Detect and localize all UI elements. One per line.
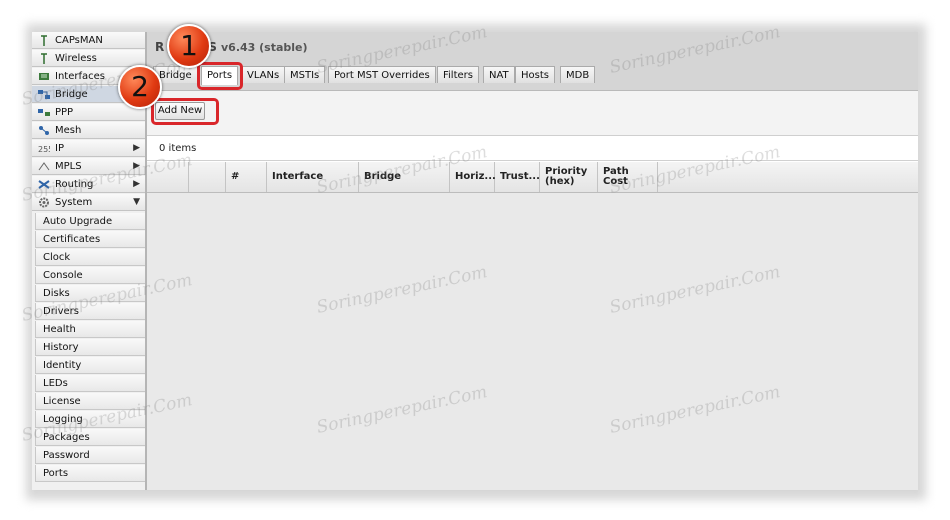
sidebar-item-mpls[interactable]: MPLS ▶ — [32, 158, 145, 175]
submenu-item-packages[interactable]: Packages — [35, 429, 145, 446]
app-version: v6.43 (stable) — [221, 41, 308, 54]
ports-tab-highlight — [197, 62, 243, 90]
sidebar-item-label: System — [55, 197, 93, 208]
ppp-icon — [38, 107, 50, 118]
sidebar-item-ip[interactable]: 255 IP ▶ — [32, 140, 145, 157]
column-header-spacer — [658, 162, 918, 192]
mesh-icon — [38, 125, 50, 136]
ports-table-body[interactable] — [147, 193, 918, 490]
submenu-item-console[interactable]: Console — [35, 267, 145, 284]
submenu-item-label: License — [43, 396, 81, 407]
tab-vlans[interactable]: VLANs — [241, 66, 286, 83]
submenu-item-clock[interactable]: Clock — [35, 249, 145, 266]
column-header-priority[interactable]: Priority (hex) — [540, 162, 598, 192]
sidebar-item-routing[interactable]: Routing ▶ — [32, 176, 145, 193]
submenu-item-auto-upgrade[interactable]: Auto Upgrade — [35, 213, 145, 230]
submenu-item-label: Ports — [43, 468, 69, 479]
tab-nat[interactable]: NAT — [483, 66, 515, 83]
submenu-item-drivers[interactable]: Drivers — [35, 303, 145, 320]
column-header-bridge[interactable]: Bridge — [359, 162, 450, 192]
submenu-item-health[interactable]: Health — [35, 321, 145, 338]
gear-icon — [38, 197, 50, 208]
sidebar-item-label: Routing — [55, 179, 94, 190]
submenu-item-label: Auto Upgrade — [43, 216, 113, 227]
item-count-bar: 0 items — [147, 136, 918, 161]
sidebar-item-label: IP — [55, 143, 64, 154]
chevron-down-icon: ▼ — [133, 197, 140, 207]
chevron-right-icon: ▶ — [133, 179, 140, 189]
submenu-item-label: LEDs — [43, 378, 68, 389]
sidebar-item-system[interactable]: System ▼ — [32, 194, 145, 211]
mpls-icon — [38, 161, 50, 172]
sidebar-item-ppp[interactable]: PPP — [32, 104, 145, 121]
sidebar-item-label: MPLS — [55, 161, 82, 172]
submenu-item-label: Clock — [43, 252, 71, 263]
submenu-item-disks[interactable]: Disks — [35, 285, 145, 302]
tab-port-mst-overrides[interactable]: Port MST Overrides — [328, 66, 436, 83]
submenu-item-label: Disks — [43, 288, 70, 299]
column-header-flags[interactable] — [189, 162, 226, 192]
submenu-item-leds[interactable]: LEDs — [35, 375, 145, 392]
column-header-horizon[interactable]: Horiz... — [450, 162, 496, 192]
sidebar-item-label: CAPsMAN — [55, 35, 103, 46]
add-new-highlight — [151, 98, 219, 125]
submenu-item-history[interactable]: History — [35, 339, 145, 356]
title-bar: RS v6.43 (stable) Bridge Ports VLANs MST… — [147, 32, 918, 91]
sidebar-item-label: Interfaces — [55, 71, 105, 82]
column-header-select[interactable] — [147, 162, 189, 192]
toolbar: Add New — [147, 91, 918, 136]
submenu-item-label: History — [43, 342, 79, 353]
tab-hosts[interactable]: Hosts — [515, 66, 555, 83]
antenna-icon — [38, 53, 50, 64]
column-header-path-cost[interactable]: Path Cost — [598, 162, 658, 192]
submenu-item-password[interactable]: Password — [35, 447, 145, 464]
item-count: 0 items — [159, 143, 197, 154]
sidebar-item-capsman[interactable]: CAPsMAN — [32, 32, 145, 49]
sidebar-item-label: Mesh — [55, 125, 82, 136]
svg-text:255: 255 — [38, 145, 50, 154]
sidebar-item-mesh[interactable]: Mesh — [32, 122, 145, 139]
submenu-item-ports[interactable]: Ports — [35, 465, 145, 482]
submenu-item-label: Identity — [43, 360, 82, 371]
chevron-right-icon: ▶ — [133, 161, 140, 171]
submenu-item-license[interactable]: License — [35, 393, 145, 410]
column-header-interface[interactable]: Interface — [267, 162, 359, 192]
submenu-item-label: Drivers — [43, 306, 79, 317]
submenu-item-label: Logging — [43, 414, 83, 425]
chevron-right-icon: ▶ — [133, 143, 140, 153]
column-header-trusted[interactable]: Trust... — [495, 162, 540, 192]
tab-filters[interactable]: Filters — [437, 66, 479, 83]
step-2-badge: 2 — [118, 65, 162, 109]
routing-icon — [38, 179, 50, 190]
bridge-panel: RS v6.43 (stable) Bridge Ports VLANs MST… — [147, 32, 918, 490]
antenna-icon — [38, 35, 50, 46]
ip-icon: 255 — [38, 143, 53, 154]
submenu-item-logging[interactable]: Logging — [35, 411, 145, 428]
step-1-badge: 1 — [167, 24, 211, 68]
submenu-item-label: Packages — [43, 432, 90, 443]
tab-mdb[interactable]: MDB — [560, 66, 596, 83]
bridge-icon — [38, 89, 50, 100]
tab-mstis[interactable]: MSTIs — [284, 66, 326, 83]
submenu-item-identity[interactable]: Identity — [35, 357, 145, 374]
submenu-item-label: Health — [43, 324, 76, 335]
submenu-item-certificates[interactable]: Certificates — [35, 231, 145, 248]
submenu-item-label: Console — [43, 270, 83, 281]
column-header-number[interactable]: # — [226, 162, 267, 192]
sidebar-item-label: PPP — [55, 107, 74, 118]
app-title-start: R — [155, 40, 165, 54]
submenu-item-label: Certificates — [43, 234, 101, 245]
submenu-item-label: Password — [43, 450, 90, 461]
tab-bar: Bridge Ports VLANs MSTIs Port MST Overri… — [147, 66, 918, 85]
sidebar-item-label: Wireless — [55, 53, 97, 64]
table-header: # Interface Bridge Horiz... Trust... Pri… — [147, 162, 918, 193]
sidebar-item-wireless[interactable]: Wireless — [32, 50, 145, 67]
sidebar-item-label: Bridge — [55, 89, 88, 100]
interfaces-icon — [38, 71, 50, 82]
